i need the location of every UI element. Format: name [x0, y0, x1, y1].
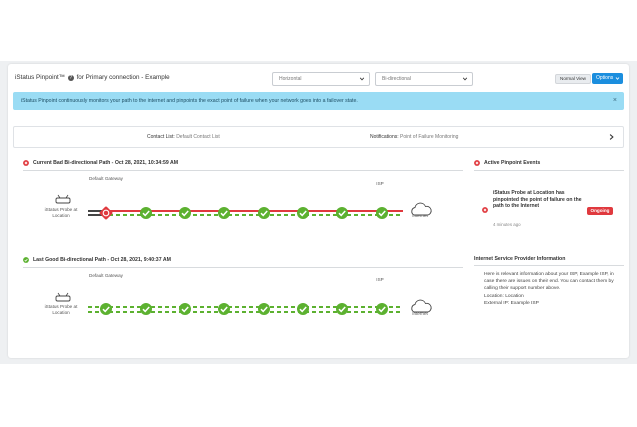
hop-ok-icon[interactable]: [140, 303, 152, 315]
hop-ok-icon[interactable]: [297, 303, 309, 315]
event-description[interactable]: iStatus Probe at Location has pinpointed…: [493, 190, 587, 210]
divider: [474, 170, 624, 171]
cloud-icon: [411, 299, 432, 313]
router-icon: [55, 292, 71, 302]
isp-external-ip: External IP: Example ISP: [484, 300, 539, 306]
events-heading: Active Pinpoint Events: [484, 160, 541, 166]
hop-ok-icon[interactable]: [376, 303, 388, 315]
error-status-icon: [482, 207, 488, 213]
status-badge: Ongoing: [587, 207, 613, 215]
hop-ok-icon[interactable]: [336, 303, 348, 315]
page-background: iStatus Pinpoint™ ? for Primary connecti…: [0, 61, 637, 364]
isp-info-body: Here is relevant information about your …: [484, 271, 624, 307]
isp-info-text: Here is relevant information about your …: [484, 272, 614, 292]
divider: [474, 265, 624, 266]
error-status-icon: [474, 160, 480, 166]
isp-info-heading: Internet Service Provider Information: [474, 256, 566, 262]
pinpoint-card: iStatus Pinpoint™ ? for Primary connecti…: [8, 64, 629, 358]
hop-ok-icon[interactable]: [258, 303, 270, 315]
hop-ok-icon[interactable]: [100, 303, 112, 315]
hop-ok-icon[interactable]: [218, 303, 230, 315]
isp-location: Location: Location: [484, 293, 524, 299]
last-good-path-diagram: [55, 292, 432, 315]
event-time: 4 minutes ago: [493, 222, 521, 227]
hop-ok-icon[interactable]: [179, 303, 191, 315]
